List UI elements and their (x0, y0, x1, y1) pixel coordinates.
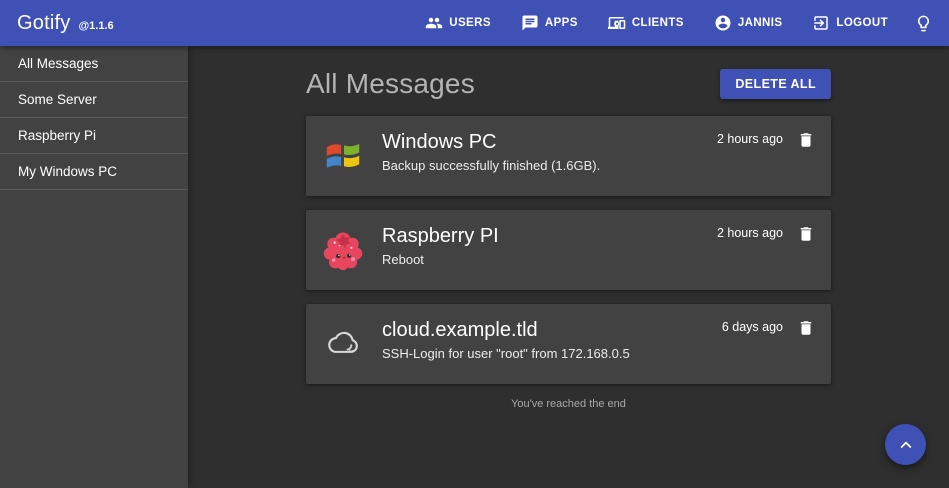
message-timestamp: 6 days ago (722, 319, 783, 335)
sidebar-item-label: My Windows PC (18, 164, 117, 179)
app-version: @1.1.6 (78, 20, 113, 32)
sidebar-item-raspberry-pi[interactable]: Raspberry Pi (0, 118, 188, 154)
sidebar-item-label: Some Server (18, 92, 97, 107)
nav-item-label: APPS (545, 17, 578, 29)
nav-item-label: LOGOUT (836, 17, 888, 29)
message-card: Windows PC Backup successfully finished … (306, 116, 831, 196)
nav-item-users[interactable]: USERS (425, 14, 491, 32)
nav-item-label: JANNIS (738, 17, 783, 29)
app-title: Gotify (17, 12, 70, 35)
page-title: All Messages (306, 68, 475, 100)
message-body: Windows PC Backup successfully finished … (382, 130, 699, 174)
nav-item-label: CLIENTS (632, 17, 684, 29)
message-body: cloud.example.tld SSH-Login for user "ro… (382, 318, 704, 362)
clients-icon (608, 14, 626, 32)
trash-icon (797, 225, 815, 243)
message-text: SSH-Login for user "root" from 172.168.0… (382, 346, 704, 362)
account-icon (714, 14, 732, 32)
delete-message-button[interactable] (797, 131, 815, 149)
lightbulb-icon (914, 14, 933, 33)
sidebar-item-label: All Messages (18, 56, 98, 71)
raspberry-logo (322, 229, 364, 271)
message-timestamp: 2 hours ago (717, 131, 783, 147)
delete-message-button[interactable] (797, 225, 815, 243)
trash-icon (797, 319, 815, 337)
message-text: Backup successfully finished (1.6GB). (382, 158, 699, 174)
end-of-list-text: You've reached the end (306, 398, 831, 410)
message-app-title: Windows PC (382, 130, 699, 154)
theme-toggle-button[interactable] (914, 14, 933, 33)
title-row: All Messages DELETE ALL (306, 68, 831, 100)
main-area: All Messages DELETE ALL Windows PC Backu… (188, 46, 949, 488)
delete-all-button[interactable]: DELETE ALL (720, 69, 831, 99)
app-bar: Gotify @1.1.6 USERS APPS CLIENTS JANNIS … (0, 0, 949, 46)
cloud-logo (322, 323, 364, 365)
trash-icon (797, 131, 815, 149)
message-meta: 2 hours ago (717, 224, 815, 243)
delete-message-button[interactable] (797, 319, 815, 337)
message-app-title: Raspberry PI (382, 224, 699, 248)
message-meta: 2 hours ago (717, 130, 815, 149)
nav-item-label: USERS (449, 17, 491, 29)
logout-icon (812, 14, 830, 32)
message-timestamp: 2 hours ago (717, 225, 783, 241)
message-card: cloud.example.tld SSH-Login for user "ro… (306, 304, 831, 384)
nav-item-clients[interactable]: CLIENTS (608, 14, 684, 32)
brand: Gotify @1.1.6 (17, 12, 114, 35)
message-meta: 6 days ago (722, 318, 815, 337)
apps-icon (521, 14, 539, 32)
nav-item-logout[interactable]: LOGOUT (812, 14, 888, 32)
message-app-title: cloud.example.tld (382, 318, 704, 342)
message-text: Reboot (382, 252, 699, 268)
sidebar-item-label: Raspberry Pi (18, 128, 96, 143)
message-body: Raspberry PI Reboot (382, 224, 699, 268)
users-icon (425, 14, 443, 32)
scroll-to-top-button[interactable] (885, 424, 926, 465)
nav-item-apps[interactable]: APPS (521, 14, 578, 32)
sidebar: All Messages Some Server Raspberry Pi My… (0, 46, 188, 488)
sidebar-item-my-windows-pc[interactable]: My Windows PC (0, 154, 188, 190)
sidebar-item-some-server[interactable]: Some Server (0, 82, 188, 118)
chevron-up-icon (895, 434, 917, 456)
sidebar-item-all-messages[interactable]: All Messages (0, 46, 188, 82)
message-card: Raspberry PI Reboot 2 hours ago (306, 210, 831, 290)
header-nav: USERS APPS CLIENTS JANNIS LOGOUT (395, 14, 933, 33)
windows-logo (322, 135, 364, 177)
nav-item-user-jannis[interactable]: JANNIS (714, 14, 783, 32)
